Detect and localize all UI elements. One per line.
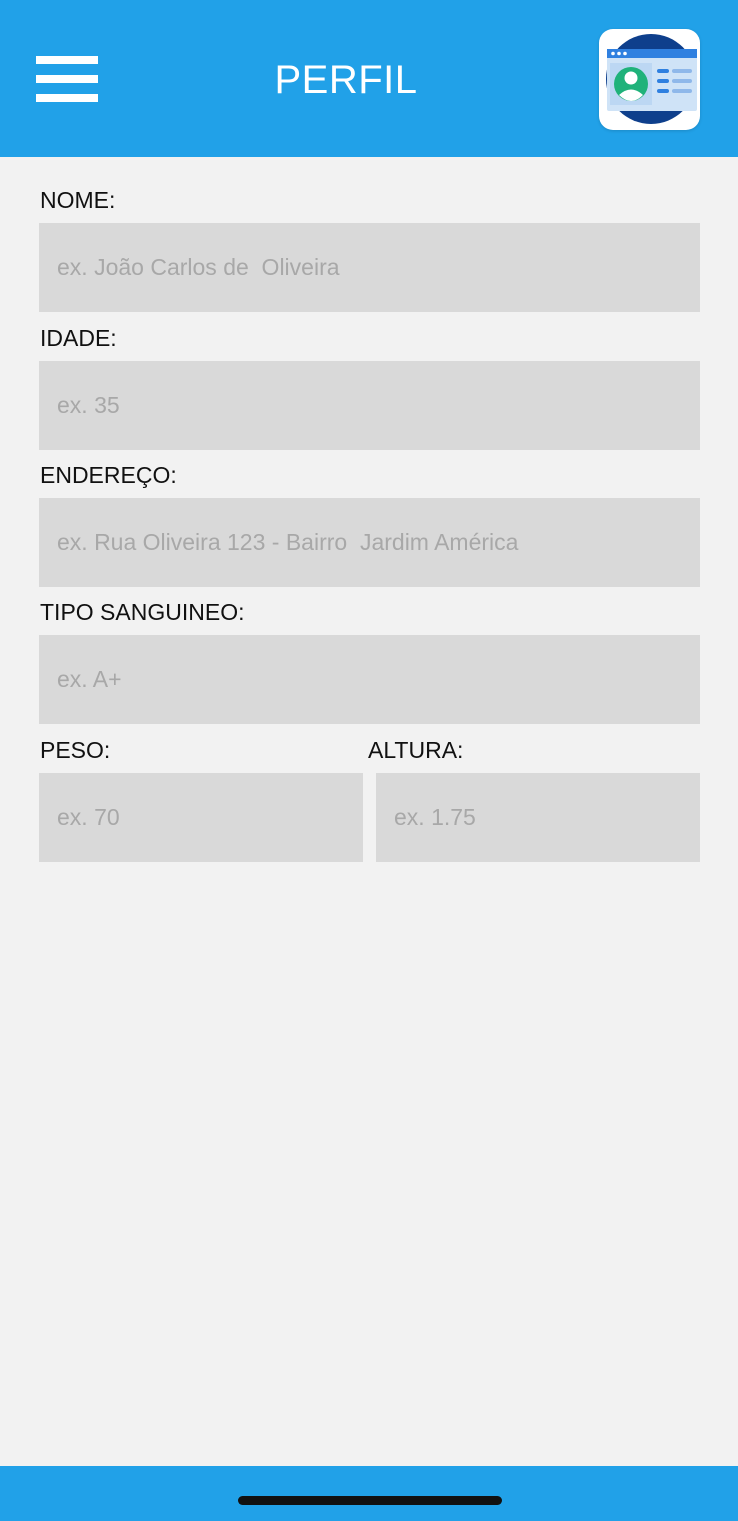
- tipo-sanguineo-label: TIPO SANGUINEO:: [40, 599, 245, 625]
- home-indicator[interactable]: [238, 1496, 502, 1505]
- endereco-label: ENDEREÇO:: [40, 462, 177, 488]
- app-header: PERFIL: [0, 0, 738, 157]
- profile-card-graphic: [606, 34, 697, 124]
- page-title: PERFIL: [274, 58, 418, 102]
- idade-input[interactable]: [39, 361, 700, 450]
- altura-input[interactable]: [376, 773, 700, 862]
- profile-card-icon[interactable]: [599, 29, 700, 130]
- profile-screen: PERFIL NOME: IDADE:: [0, 0, 738, 1521]
- tipo-sanguineo-input[interactable]: [39, 635, 700, 724]
- peso-label: PESO:: [40, 737, 111, 763]
- altura-label: ALTURA:: [368, 737, 464, 763]
- peso-input[interactable]: [39, 773, 363, 862]
- endereco-input[interactable]: [39, 498, 700, 587]
- nome-input[interactable]: [39, 223, 700, 312]
- nome-label: NOME:: [40, 187, 116, 213]
- idade-label: IDADE:: [40, 325, 117, 351]
- bottom-bar: [0, 1466, 738, 1521]
